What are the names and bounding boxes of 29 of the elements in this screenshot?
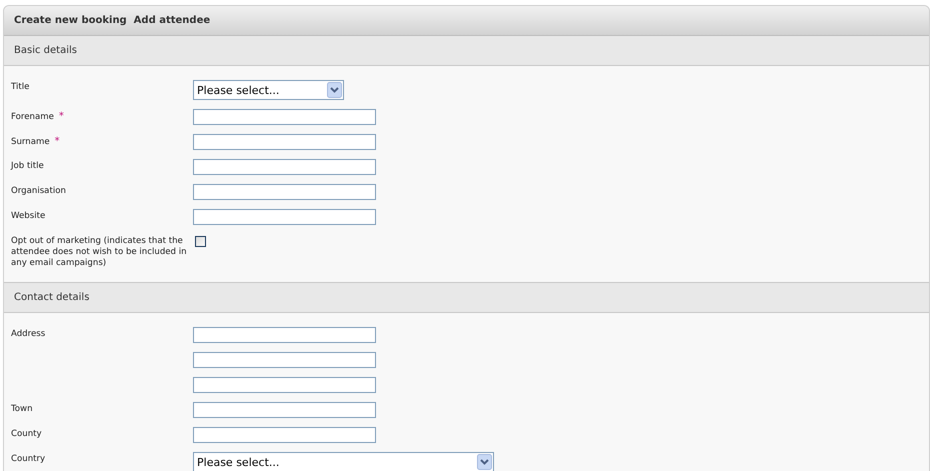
field-label: Forename: [11, 112, 54, 122]
field-label: Surname: [11, 137, 50, 147]
panel-title: Create new booking Add attendee: [14, 15, 210, 26]
checkbox[interactable]: [195, 236, 206, 247]
text-field[interactable]: [193, 209, 376, 225]
field-label: Country: [11, 454, 46, 464]
field-label: Town: [11, 404, 33, 414]
field-label: Website: [11, 211, 46, 221]
field-label: County: [11, 429, 42, 439]
field-label: Opt out of marketing (indicates that the attendee does not wish to be included in any email campaigns): [11, 236, 187, 268]
section-title: Basic details: [14, 45, 77, 56]
text-field[interactable]: [193, 184, 376, 200]
text-field[interactable]: [193, 352, 376, 368]
text-field[interactable]: [193, 159, 376, 175]
text-field[interactable]: [193, 134, 376, 150]
text-field[interactable]: [193, 327, 376, 343]
field-label: Address: [11, 329, 46, 339]
select-field[interactable]: Please select...: [193, 80, 344, 100]
select-field[interactable]: Please select...: [193, 452, 494, 471]
required-marker: *: [58, 111, 64, 122]
field-label: Organisation: [11, 186, 66, 196]
text-field[interactable]: [193, 402, 376, 418]
field-label: Title: [11, 82, 30, 92]
text-field[interactable]: [193, 427, 376, 443]
text-field[interactable]: [193, 377, 376, 393]
text-field[interactable]: [193, 109, 376, 125]
field-label: Job title: [11, 161, 44, 171]
required-marker: *: [54, 136, 60, 147]
section-title: Contact details: [14, 292, 90, 303]
